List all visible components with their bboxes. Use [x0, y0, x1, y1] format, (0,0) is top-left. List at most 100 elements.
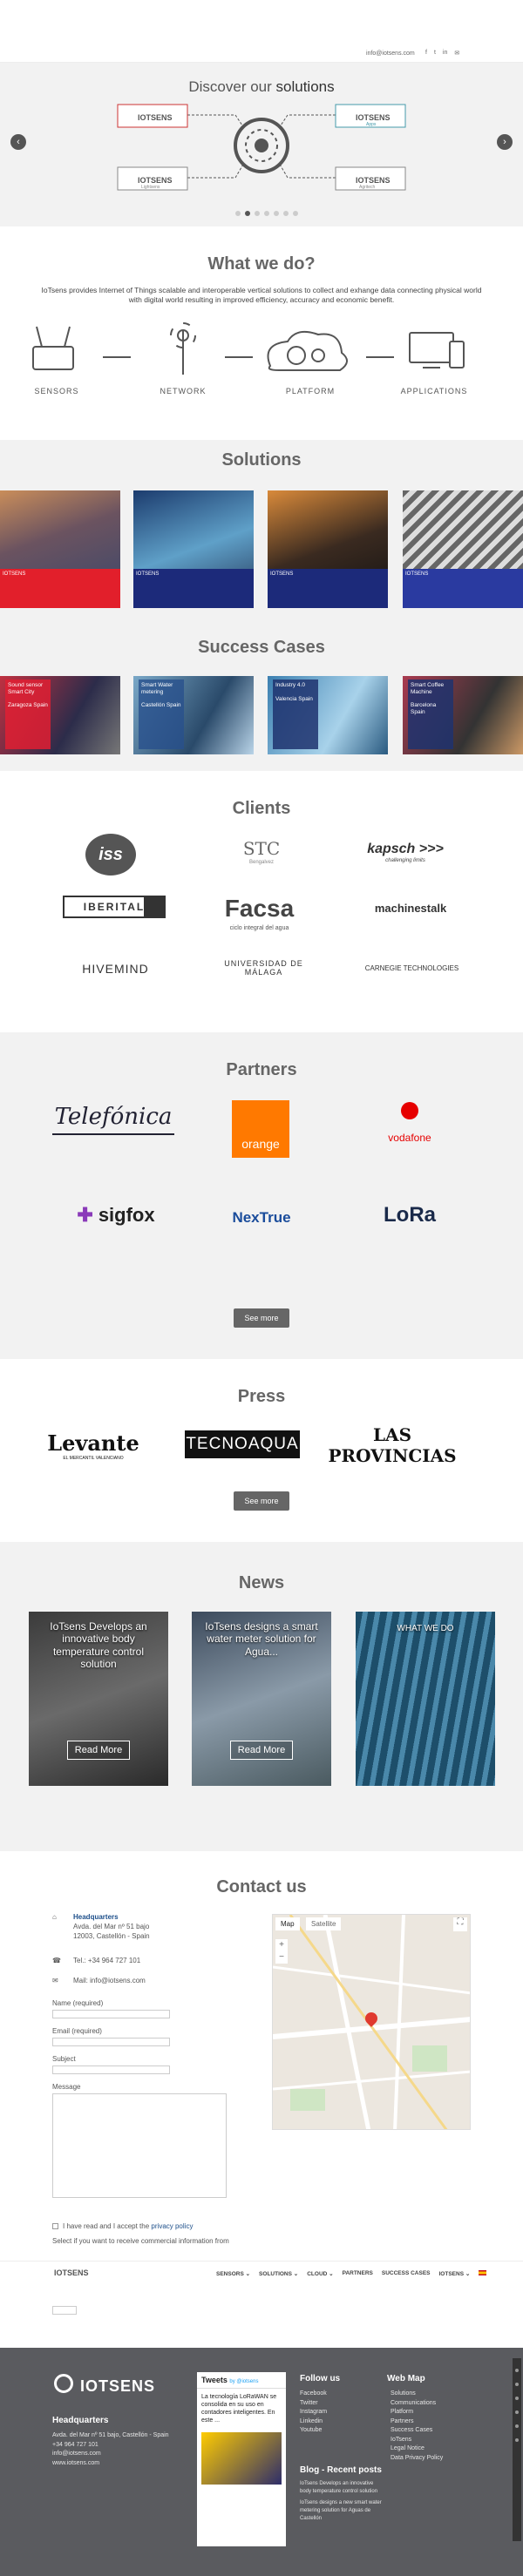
prev-slide-button[interactable]: ‹ [10, 134, 26, 150]
mail-icon: ✉ [52, 1977, 58, 1984]
webmap-success-cases[interactable]: Success Cases [391, 2426, 443, 2436]
map-tab[interactable]: Map [275, 1917, 300, 1930]
news-card-3[interactable]: WHAT WE DO [356, 1612, 495, 1786]
client-logo-uma: UNIVERSIDAD DE MÁLAGA [224, 959, 303, 977]
follow-title: Follow us [300, 2374, 341, 2383]
side-social-icon[interactable] [515, 2410, 519, 2414]
solution-tile-3[interactable]: IOTSENS [268, 490, 388, 608]
slide-dot[interactable] [264, 211, 269, 216]
vodafone-icon [401, 1102, 418, 1119]
slide-dot[interactable] [255, 211, 260, 216]
side-social-icon[interactable] [515, 2397, 519, 2400]
read-more-button[interactable]: Read More [230, 1741, 293, 1760]
side-social-icon[interactable] [515, 2438, 519, 2442]
footer-address: Avda. del Mar nº 51 bajo, Castellón - Sp… [52, 2432, 169, 2438]
fullscreen-icon[interactable]: ⛶ [453, 1917, 467, 1931]
follow-twitter[interactable]: Twitter [300, 2399, 327, 2409]
webmap-privacy[interactable]: Data Privacy Policy [391, 2454, 443, 2464]
slide-dot[interactable] [293, 211, 298, 216]
nav-success-cases[interactable]: SUCCESS CASES [382, 2270, 431, 2277]
email-input[interactable] [52, 2038, 170, 2046]
nav-logo[interactable]: IOTSENS [54, 2268, 89, 2277]
what-text: IoTsens provides Internet of Things scal… [41, 286, 482, 305]
blog-post-2[interactable]: IoTsens designs a new smart water meteri… [300, 2499, 383, 2523]
follow-youtube[interactable]: Youtube [300, 2426, 327, 2436]
slide-dot[interactable] [274, 211, 279, 216]
success-title: Success Cases [198, 638, 325, 657]
success-case-1[interactable]: Sound sensor Smart City Zaragoza Spain [0, 676, 120, 754]
privacy-checkbox[interactable] [52, 2223, 58, 2229]
hero-logo-4-sub: Agritech [359, 185, 376, 190]
header-email[interactable]: info@iotsens.com [366, 51, 415, 57]
webmap-solutions[interactable]: Solutions [391, 2390, 443, 2399]
solution-tile-1[interactable]: IOTSENS [0, 490, 120, 608]
footer-web[interactable]: www.iotsens.com [52, 2459, 174, 2469]
send-button[interactable] [52, 2306, 77, 2315]
zoom-controls[interactable]: + − [275, 1939, 288, 1964]
commercial-text: Select if you want to receive commercial… [52, 2237, 229, 2245]
webmap-platform[interactable]: Platform [391, 2408, 443, 2417]
read-more-button[interactable]: Read More [67, 1741, 130, 1760]
news-card-title: IoTsens Develops an innovative body temp… [50, 1620, 147, 1671]
follow-instagram[interactable]: Instagram [300, 2408, 327, 2417]
footer-phone: +34 964 727 101 [52, 2441, 98, 2448]
webmap-communications[interactable]: Communications [391, 2399, 443, 2409]
subject-input[interactable] [52, 2066, 170, 2074]
twitter-icon[interactable]: t [434, 50, 436, 57]
tweets-by: by @iotsens [229, 2379, 259, 2384]
webmap-legal[interactable]: Legal Notice [391, 2444, 443, 2454]
news-card-1[interactable]: IoTsens Develops an innovative body temp… [29, 1612, 168, 1786]
case-place: Zaragoza Spain [8, 702, 48, 709]
message-textarea[interactable] [52, 2093, 227, 2198]
clients-section: Clients iss STC Bengalvez kapsch >>> cha… [0, 771, 523, 1032]
news-card-2[interactable]: IoTsens designs a smart water meter solu… [192, 1612, 331, 1786]
success-case-4[interactable]: Smart Coffee Machine Barcelona Spain [403, 676, 523, 754]
facebook-icon[interactable]: f [425, 50, 427, 57]
language-flag-icon[interactable] [479, 2270, 487, 2275]
linkedin-icon[interactable]: in [443, 50, 447, 57]
privacy-link[interactable]: privacy policy [151, 2222, 193, 2230]
case-name: Sound sensor Smart City [8, 682, 44, 695]
solution-tile-logo: IOTSENS [0, 569, 120, 608]
partner-logo-sigfox: ✚ sigfox [77, 1204, 155, 1226]
hq-address: Avda. del Mar nº 51 bajo 12003, Castelló… [73, 1923, 150, 1941]
press-see-more-button[interactable]: See more [234, 1491, 289, 1511]
nav-cloud[interactable]: CLOUD ⌄ [307, 2270, 333, 2277]
solution-tile-4[interactable]: IOTSENS [403, 490, 523, 608]
step-sensors: SENSORS [34, 387, 79, 396]
side-social-icon[interactable] [515, 2383, 519, 2386]
footer-email[interactable]: info@iotsens.com [52, 2450, 174, 2459]
nav-iotsens[interactable]: IOTSENS ⌄ [439, 2270, 471, 2277]
privacy-text: I have read and I accept the privacy pol… [63, 2222, 194, 2230]
follow-facebook[interactable]: Facebook [300, 2390, 327, 2399]
name-input[interactable] [52, 2010, 170, 2018]
success-case-2[interactable]: Smart Water metering Castellón Spain [133, 676, 254, 754]
client-logo-machinestalk: machinestalk [374, 901, 447, 915]
mail-icon[interactable]: ✉ [454, 50, 459, 57]
next-slide-button[interactable]: › [497, 134, 513, 150]
email-label: Email (required) [52, 2027, 102, 2035]
slide-dot-active[interactable] [245, 211, 250, 216]
webmap-partners[interactable]: Partners [391, 2417, 443, 2427]
location-map[interactable]: Map Satellite ⛶ + − [272, 1914, 471, 2130]
partners-see-more-button[interactable]: See more [234, 1308, 289, 1328]
slide-dot[interactable] [283, 211, 289, 216]
solution-tile-2[interactable]: IOTSENS [133, 490, 254, 608]
news-card-title: WHAT WE DO [397, 1624, 454, 1633]
webmap-iotsens[interactable]: IoTsens [391, 2436, 443, 2445]
twitter-widget[interactable]: Tweets by @iotsens La tecnología LoRaWAN… [197, 2372, 286, 2546]
nav-partners[interactable]: PARTNERS [343, 2270, 373, 2277]
contact-mail[interactable]: Mail: info@iotsens.com [73, 1976, 146, 1985]
success-case-3[interactable]: Industry 4.0 Valencia Spain [268, 676, 388, 754]
blog-post-1[interactable]: IoTsens Develops an innovative body temp… [300, 2480, 383, 2496]
nav-solutions[interactable]: SOLUTIONS ⌄ [259, 2270, 298, 2277]
slide-dot[interactable] [235, 211, 241, 216]
side-social-icon[interactable] [515, 2369, 519, 2372]
satellite-tab[interactable]: Satellite [306, 1917, 342, 1930]
solution-tile-logo: IOTSENS [133, 569, 254, 608]
follow-linkedin[interactable]: Linkedin [300, 2417, 327, 2427]
tweets-title: Tweets [201, 2376, 228, 2384]
side-social-icon[interactable] [515, 2424, 519, 2428]
nav-sensors[interactable]: SENSORS ⌄ [216, 2270, 250, 2277]
case-place: Valencia Spain [275, 695, 313, 702]
